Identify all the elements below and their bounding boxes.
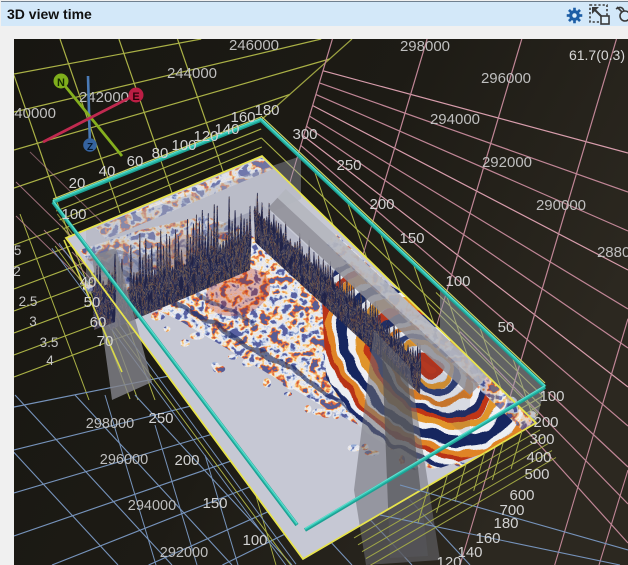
svg-text:296000: 296000	[481, 70, 531, 87]
svg-text:250: 250	[336, 157, 361, 174]
svg-text:E: E	[132, 91, 139, 103]
svg-text:2: 2	[14, 264, 21, 279]
svg-text:288000: 288000	[597, 244, 628, 261]
svg-text:300: 300	[292, 126, 317, 143]
svg-text:294000: 294000	[430, 111, 480, 128]
svg-text:100: 100	[242, 532, 267, 549]
svg-text:4: 4	[46, 353, 54, 368]
svg-text:61.7(0.3): 61.7(0.3)	[569, 47, 625, 63]
svg-text:Z: Z	[87, 142, 93, 153]
svg-text:180: 180	[254, 102, 279, 119]
svg-text:292000: 292000	[160, 545, 208, 561]
svg-text:3: 3	[29, 314, 37, 329]
svg-text:40: 40	[80, 274, 97, 291]
svg-text:500: 500	[524, 466, 549, 483]
svg-text:200: 200	[533, 414, 558, 431]
svg-text:100: 100	[61, 206, 86, 223]
svg-text:296000: 296000	[100, 452, 148, 468]
svg-text:150: 150	[399, 230, 424, 247]
svg-text:244000: 244000	[167, 65, 217, 82]
svg-text:250: 250	[148, 410, 173, 427]
svg-text:20: 20	[69, 175, 86, 192]
svg-text:246000: 246000	[229, 39, 279, 54]
svg-text:160: 160	[230, 109, 255, 126]
svg-text:294000: 294000	[128, 498, 176, 514]
svg-text:292000: 292000	[482, 154, 532, 171]
svg-text:40: 40	[99, 163, 116, 180]
svg-text:2.5: 2.5	[19, 294, 38, 309]
svg-text:298000: 298000	[86, 416, 134, 432]
svg-text:60: 60	[90, 314, 107, 331]
svg-text:70: 70	[97, 333, 114, 350]
svg-text:200: 200	[369, 196, 394, 213]
svg-text:50: 50	[84, 294, 101, 311]
svg-text:100: 100	[445, 273, 470, 290]
svg-text:200: 200	[174, 452, 199, 469]
svg-text:1.5: 1.5	[14, 243, 21, 258]
svg-text:N: N	[57, 77, 65, 89]
svg-text:240000: 240000	[14, 105, 56, 122]
svg-text:150: 150	[202, 495, 227, 512]
svg-text:60: 60	[127, 153, 144, 170]
svg-text:50: 50	[498, 319, 515, 336]
svg-text:80: 80	[152, 145, 169, 162]
svg-text:400: 400	[526, 449, 551, 466]
svg-text:290000: 290000	[536, 197, 586, 214]
svg-text:120: 120	[436, 554, 461, 565]
svg-text:100: 100	[539, 388, 564, 405]
svg-text:298000: 298000	[400, 39, 450, 55]
svg-text:3.5: 3.5	[40, 335, 59, 350]
svg-text:300: 300	[529, 431, 554, 448]
